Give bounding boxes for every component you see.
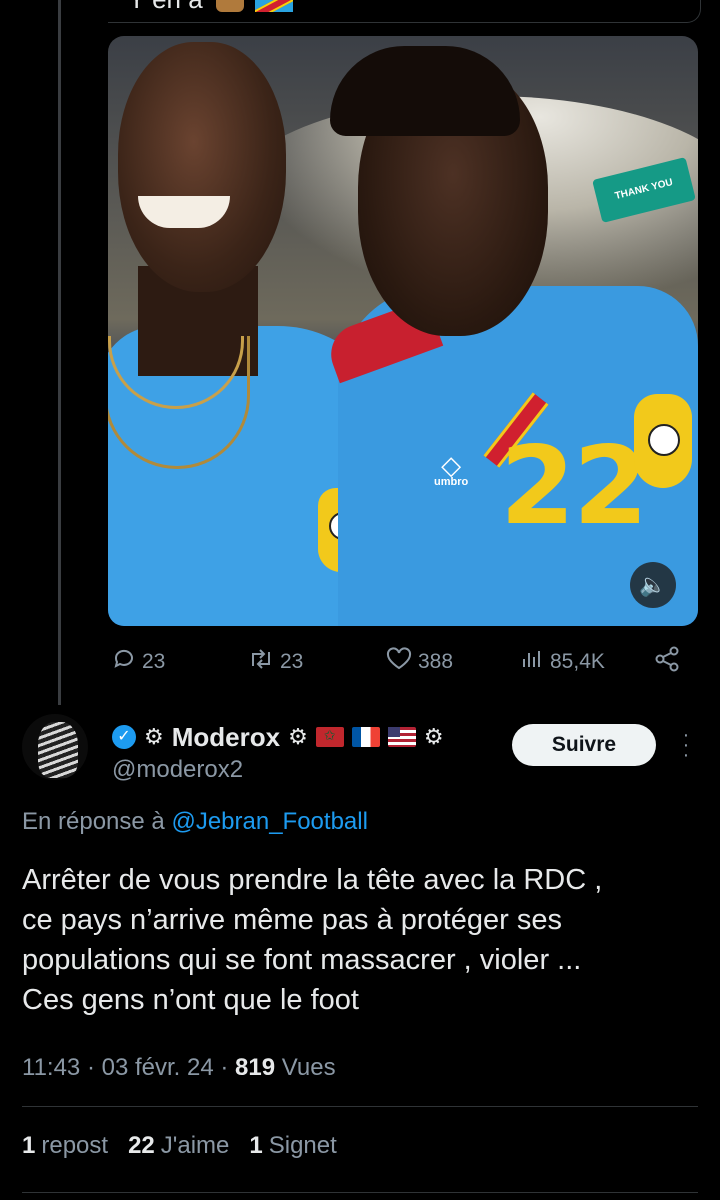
right-shirt-crest [634,394,692,488]
gear-icon: ⚙ [423,724,444,749]
divider [22,1192,698,1193]
repost-action[interactable]: 23 [248,646,303,678]
flag-morocco-icon [315,727,344,747]
sound-toggle-button[interactable]: 🔈 [630,562,676,608]
likes-label: J'aime [160,1132,230,1159]
tweet-media-photo[interactable]: THANK YOU 22 umbro [108,36,698,626]
gear-icon: ⚙ [288,724,308,749]
tweet-text-line: Ces gens n’ont que le foot [22,984,359,1016]
right-person-hair [330,46,520,136]
flag-france-icon [351,727,380,747]
avatar-mask-image [38,722,78,778]
repost-count: 23 [280,650,304,673]
fist-emoji-icon [215,0,244,13]
tweet-text-line: Arrêter de vous prendre la tête avec la … [22,864,603,896]
reply-count: 23 [142,650,166,673]
reply-bubble-icon [112,647,136,677]
tweet-text-line: ce pays n’arrive même pas à protéger ses [22,904,562,936]
more-options-icon[interactable]: · · · [676,725,696,765]
bookmarks-number: 1 [249,1132,263,1159]
separator-dot: · [220,1054,229,1081]
analytics-bars-icon [520,647,544,677]
like-count: 388 [418,650,454,673]
tweet-time[interactable]: 11:43 [22,1054,80,1081]
reposts-stat[interactable]: 1 repost [22,1132,108,1160]
verified-badge-icon: ✓ [112,725,136,749]
display-name[interactable]: Moderox [172,722,280,753]
like-action[interactable]: 388 [386,646,453,678]
left-person-face [118,42,286,292]
tweet-date[interactable]: 03 févr. 24 [102,1054,214,1081]
tweet-text: Arrêter de vous prendre la tête avec la … [22,860,698,1020]
views-count: 85,4K [550,650,605,673]
reply-prefix: En réponse à [22,808,165,835]
speaker-icon: 🔈 [639,572,667,597]
kit-brand-logo: umbro [434,454,468,488]
reply-context: En réponse à @Jebran_Football [22,808,368,836]
author-name-row[interactable]: ✓ ⚙ Moderox ⚙ ⚙ [112,720,444,754]
thread-connector-line [58,0,61,705]
flag-drc-icon [255,0,294,13]
likes-stat[interactable]: 22 J'aime [128,1132,229,1160]
bookmarks-stat[interactable]: 1 Signet [249,1132,336,1160]
likes-number: 22 [128,1132,155,1159]
jersey-number: 22 [500,424,648,549]
repost-icon [248,647,274,677]
gear-icon: ⚙ [144,724,164,749]
views-action[interactable]: 85,4K [520,646,605,678]
separator-dot: · [86,1054,95,1081]
heart-icon [386,647,412,677]
follow-button[interactable]: Suivre [512,724,656,766]
reply-mention-link[interactable]: @Jebran_Football [171,808,367,835]
views-label: Vues [281,1054,336,1081]
reply-action[interactable]: 23 [112,646,165,678]
flag-usa-icon [387,727,416,747]
avatar[interactable] [22,714,88,780]
caption-text: Y en a [128,0,203,14]
share-action[interactable] [654,646,680,678]
bookmarks-label: Signet [268,1132,337,1159]
divider [22,1106,698,1107]
tweet-text-line: populations qui se font massacrer , viol… [22,944,582,976]
reposts-number: 1 [22,1132,36,1159]
quoted-tweet-caption: Y en a [128,0,294,15]
tweet-metadata: 11:43 · 03 févr. 24 · 819 Vues [22,1054,336,1082]
reposts-label: repost [41,1132,109,1159]
share-icon [654,646,680,678]
engagement-stats: 1 repost 22 J'aime 1 Signet [22,1132,337,1160]
views-number: 819 [235,1054,276,1081]
user-handle[interactable]: @moderox2 [112,756,243,784]
